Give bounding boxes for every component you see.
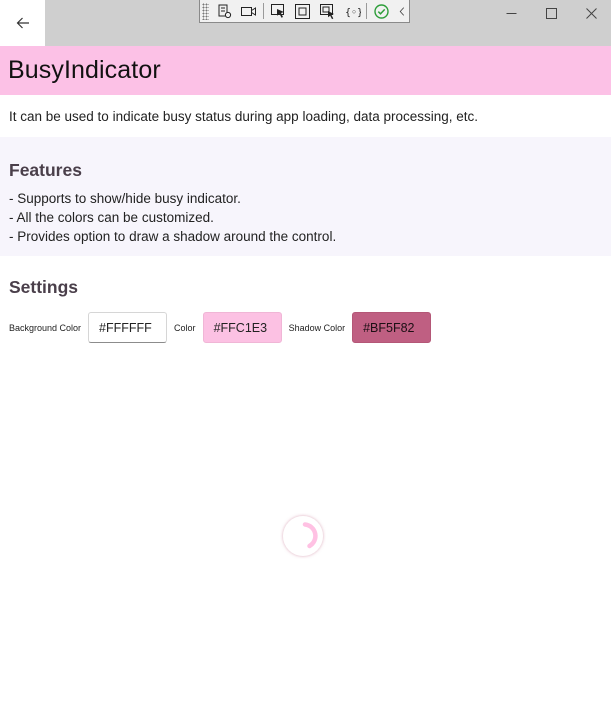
settings-row: Background Color #FFFFFF Color #FFC1E3 S… bbox=[9, 312, 438, 343]
feature-item: - Provides option to draw a shadow aroun… bbox=[9, 229, 337, 244]
back-button[interactable] bbox=[0, 0, 45, 46]
page-description: It can be used to indicate busy status d… bbox=[9, 109, 479, 124]
title-bar: {◦} bbox=[0, 0, 611, 46]
page-header: BusyIndicator bbox=[0, 46, 611, 95]
window-controls bbox=[491, 0, 611, 26]
shadow-color-picker[interactable]: #BF5F82 bbox=[352, 312, 432, 343]
background-color-label: Background Color bbox=[9, 322, 82, 333]
busy-spinner-icon bbox=[283, 516, 323, 556]
background-color-picker[interactable]: #FFFFFF bbox=[88, 312, 168, 343]
color-picker[interactable]: #FFC1E3 bbox=[202, 312, 282, 343]
maximize-icon bbox=[545, 7, 557, 19]
live-visual-tree-icon[interactable] bbox=[213, 2, 235, 21]
debug-toolbar: {◦} bbox=[199, 0, 410, 23]
hot-reload-ok-icon[interactable] bbox=[371, 2, 393, 21]
toolbar-grip-icon[interactable] bbox=[202, 2, 209, 20]
close-button[interactable] bbox=[571, 0, 611, 26]
maximize-button[interactable] bbox=[531, 0, 571, 26]
feature-item: - All the colors can be customized. bbox=[9, 210, 214, 225]
page-title: BusyIndicator bbox=[8, 56, 161, 84]
binding-failures-icon[interactable]: {◦} bbox=[341, 2, 363, 21]
select-element-icon[interactable] bbox=[268, 2, 290, 21]
features-list: - Supports to show/hide busy indicator. … bbox=[9, 189, 336, 246]
settings-heading: Settings bbox=[9, 277, 79, 297]
toolbar-separator bbox=[263, 3, 265, 19]
video-icon[interactable] bbox=[238, 2, 260, 21]
features-heading: Features bbox=[9, 160, 82, 180]
toolbar-separator bbox=[366, 3, 368, 19]
collapse-toolbar-icon[interactable] bbox=[396, 2, 408, 21]
features-section: Features - Supports to show/hide busy in… bbox=[0, 137, 611, 256]
back-arrow-icon bbox=[16, 17, 29, 29]
busy-indicator bbox=[280, 513, 326, 559]
feature-item: - Supports to show/hide busy indicator. bbox=[9, 191, 241, 206]
svg-text:{◦}: {◦} bbox=[345, 7, 361, 18]
minimize-icon bbox=[506, 12, 516, 14]
close-icon bbox=[585, 7, 597, 19]
display-layout-adorners-icon[interactable] bbox=[292, 2, 314, 21]
track-focus-icon[interactable] bbox=[317, 2, 339, 21]
shadow-color-label: Shadow Color bbox=[288, 322, 346, 333]
minimize-button[interactable] bbox=[491, 0, 531, 26]
color-label: Color bbox=[174, 322, 196, 333]
